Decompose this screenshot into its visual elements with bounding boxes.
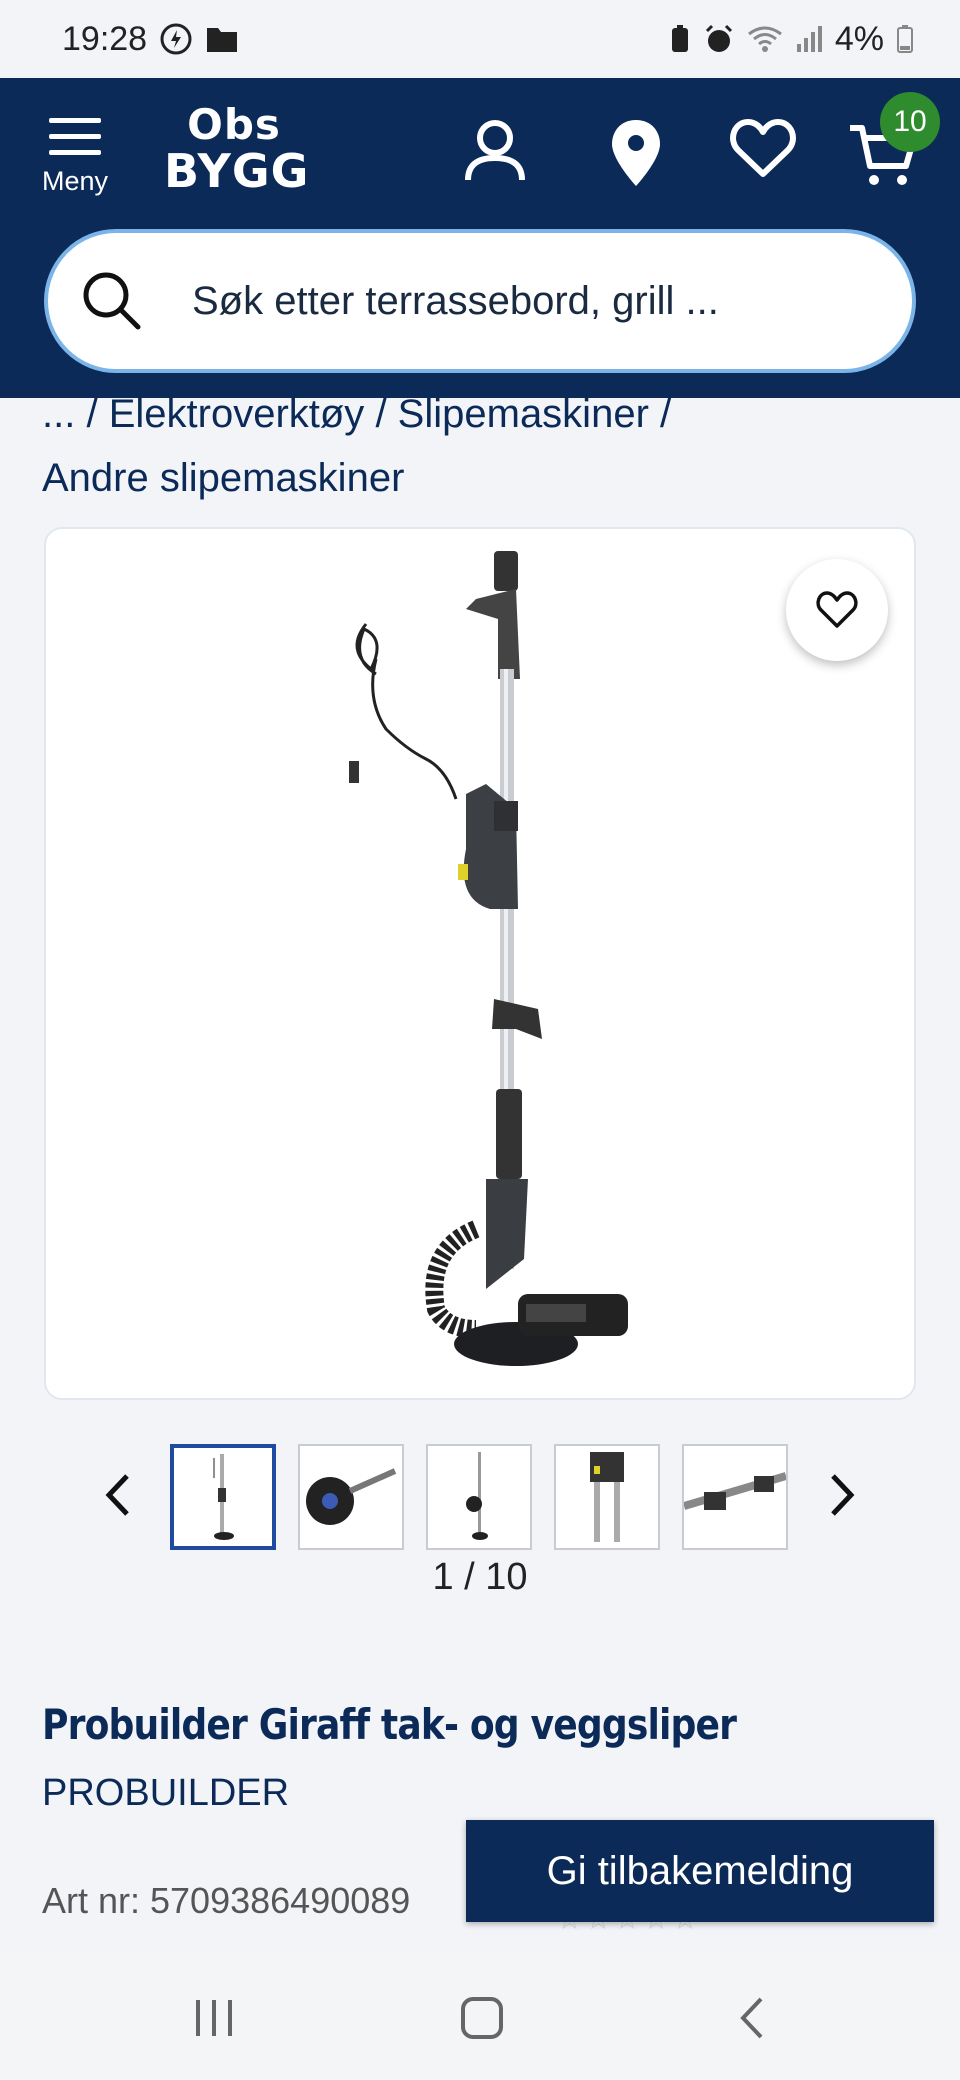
heart-icon [730,119,796,177]
menu-label: Meny [41,166,109,196]
thumbnail-4[interactable] [554,1444,660,1550]
previous-image-button[interactable] [88,1462,148,1528]
cart-count-badge: 10 [880,92,940,152]
product-image [349,551,628,1366]
breadcrumb-separator: / [375,392,398,436]
battery-saver-icon [669,24,691,54]
recent-apps-button[interactable] [184,1988,244,2048]
article-number: Art nr: 5709386490089 [42,1880,411,1921]
breadcrumb: ... / Elektroverktøy / Slipemaskiner / A… [42,382,922,510]
home-button[interactable] [452,1988,512,2048]
thumbnail-image [682,1472,788,1510]
thumbnail-image [466,1452,488,1540]
product-title: Probuilder Giraff tak- og veggsliper [42,1700,737,1749]
heart-icon [816,591,858,628]
chevron-right-icon [831,1474,855,1516]
wishlist-button[interactable] [730,118,796,185]
location-pin-icon [612,120,660,186]
signal-icon [795,24,823,54]
battery-percent: 4% [834,19,884,58]
chevron-left-icon [105,1474,129,1516]
breadcrumb-separator: / [660,392,672,436]
data-saver-icon [159,22,193,56]
status-time: 19:28 [62,19,148,58]
system-navigation-bar [0,1952,960,2080]
back-button[interactable] [722,1988,782,2048]
thumbnail-image [306,1468,397,1525]
logo-line2: BYGG [164,144,310,198]
hamburger-icon [49,118,101,155]
thumbnail-image [590,1452,624,1542]
site-header: Meny Obs BYGG 10 Søk etter terrassebord,… [0,78,960,398]
store-locator-button[interactable] [608,118,664,193]
user-icon [465,120,525,181]
battery-icon [896,24,914,54]
thumbnail-5[interactable] [682,1444,788,1550]
recent-apps-icon [196,2000,232,2036]
alarm-icon [703,23,735,55]
obs-bygg-logo[interactable]: Obs BYGG [164,100,310,202]
breadcrumb-item-elektroverktoy[interactable]: Elektroverktøy [109,392,365,436]
status-left: 19:28 [62,20,239,59]
status-bar: 19:28 4% [0,0,960,78]
breadcrumb-separator: / [86,392,109,436]
thumbnail-1[interactable] [170,1444,276,1550]
menu-button[interactable]: Meny [38,116,112,206]
breadcrumb-ellipsis[interactable]: ... [42,392,75,436]
product-image-card[interactable] [44,527,916,1400]
thumbnail-image [213,1454,234,1540]
feedback-button[interactable]: Gi tilbakemelding [466,1820,934,1922]
search-icon [83,272,141,330]
search-bar[interactable]: Søk etter terrassebord, grill ... [44,229,916,373]
wifi-icon [747,24,783,54]
status-right: 4% [669,20,914,59]
thumbnail-2[interactable] [298,1444,404,1550]
home-icon [461,1997,503,2039]
logo-line1: Obs [187,100,281,149]
product-brand[interactable]: PROBUILDER [42,1772,289,1815]
thumbnail-carousel [0,1440,960,1550]
next-image-button[interactable] [812,1462,872,1528]
breadcrumb-item-slipemaskiner[interactable]: Slipemaskiner [398,392,649,436]
search-input[interactable]: Søk etter terrassebord, grill ... [192,279,719,324]
folder-icon [205,24,239,54]
account-button[interactable] [464,118,526,189]
back-icon [740,1997,763,2039]
add-to-wishlist-button[interactable] [786,559,888,661]
image-counter: 1 / 10 [432,1556,528,1598]
breadcrumb-item-andre-slipemaskiner[interactable]: Andre slipemaskiner [42,456,404,500]
thumbnail-3[interactable] [426,1444,532,1550]
